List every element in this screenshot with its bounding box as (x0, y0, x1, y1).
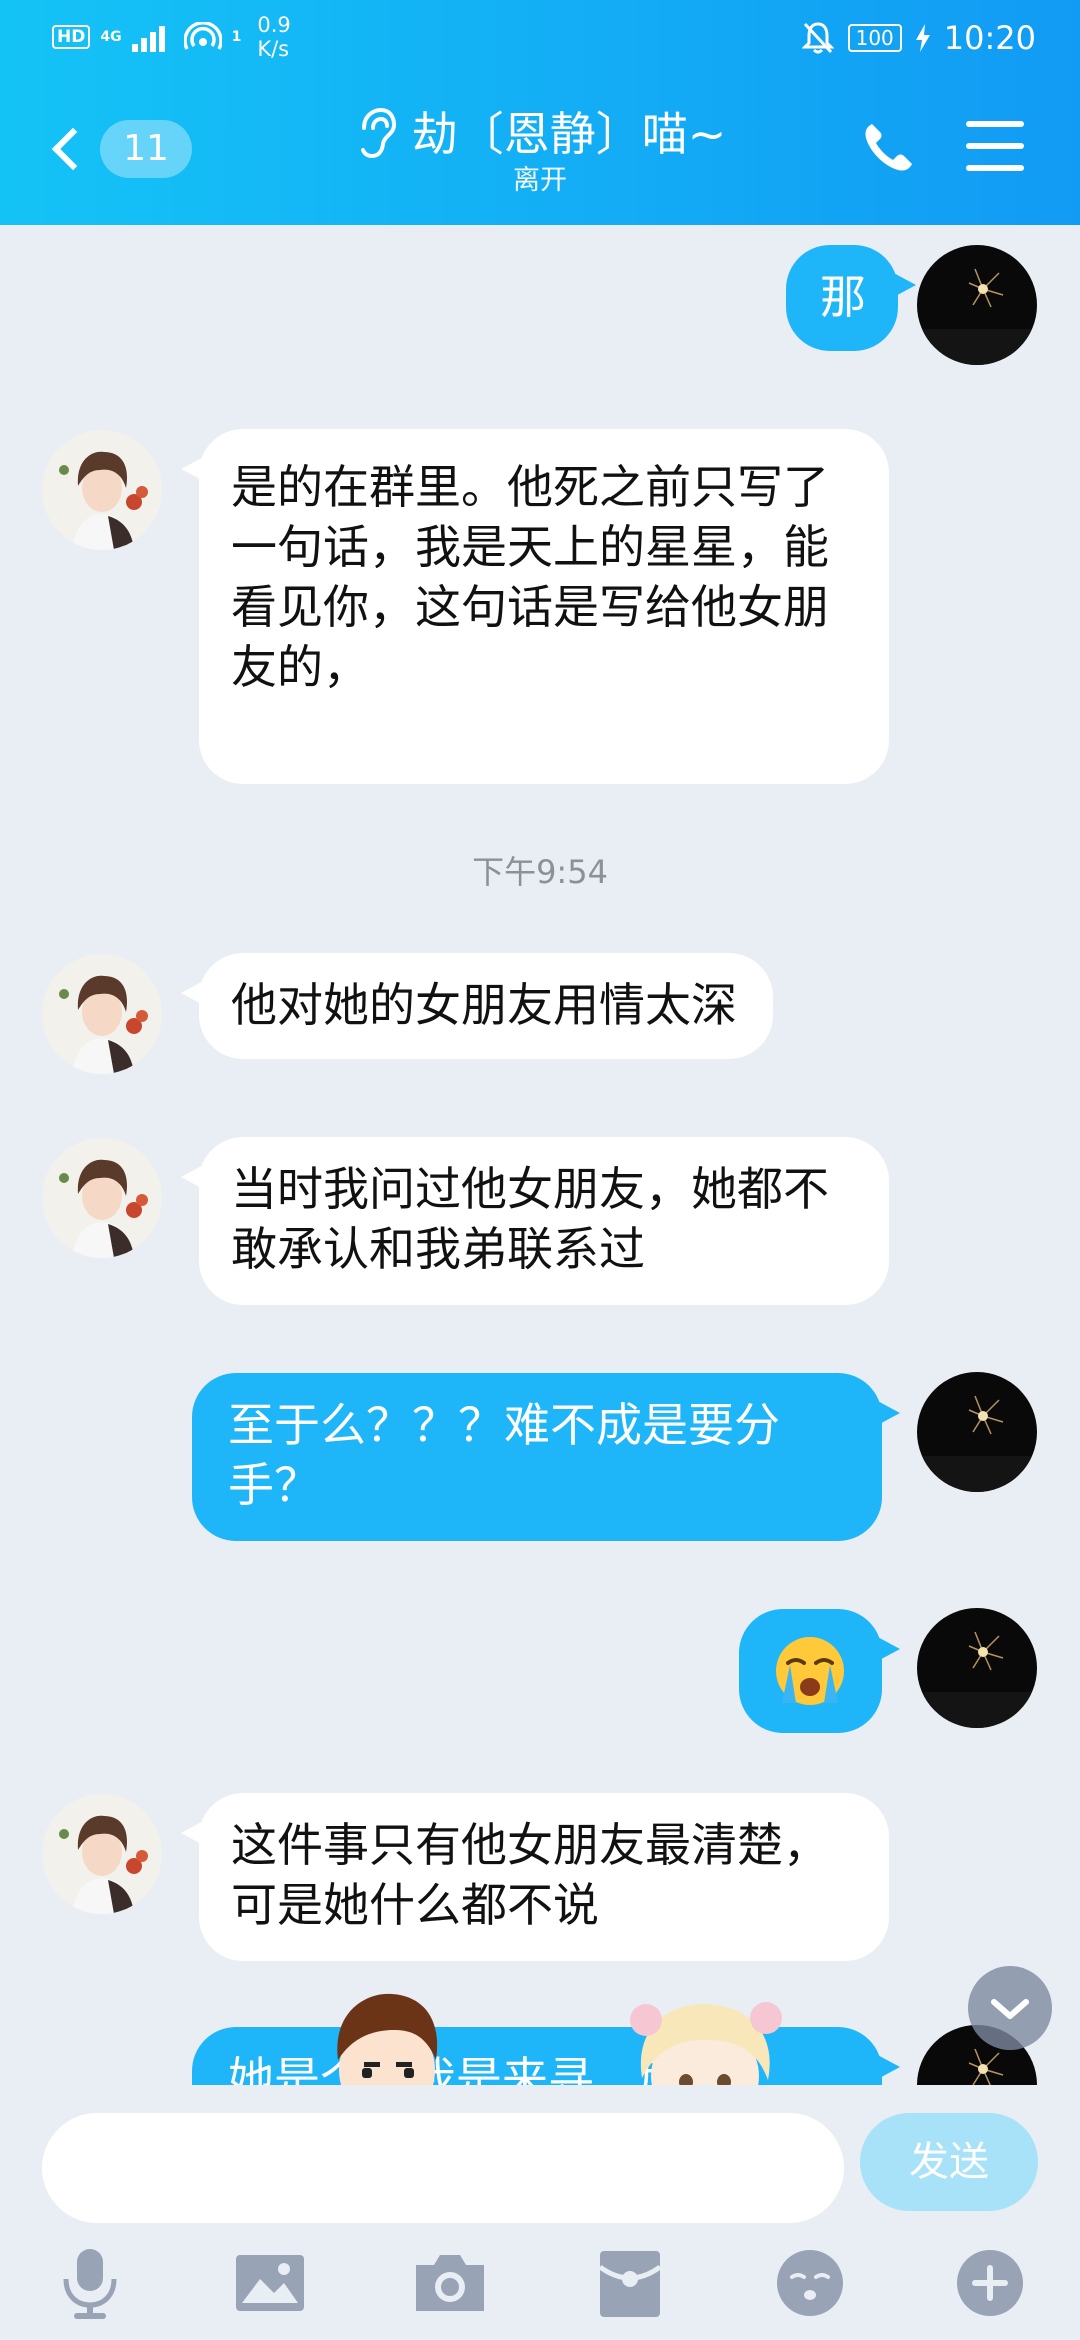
message-bubble-outgoing[interactable]: 那 (786, 245, 916, 351)
contact-avatar[interactable] (42, 1794, 162, 1914)
hotspot-icon (183, 22, 222, 50)
contact-avatar[interactable] (42, 1138, 162, 1258)
mute-bell-icon (801, 22, 834, 54)
message-text: 是的在群里。他死之前只写了一句话，我是天上的星星，能看见你，这句话是写给他女朋友… (231, 460, 829, 694)
signal-icon (131, 26, 165, 52)
plus-icon (957, 2250, 1023, 2316)
menu-icon[interactable] (966, 121, 1024, 171)
emoticon-button[interactable] (772, 2245, 848, 2321)
contact-status: 离开 (513, 165, 567, 196)
anime-boy-avatar-icon (42, 430, 162, 550)
battery-level: 100 (847, 24, 902, 52)
fireworks-avatar-icon (917, 1372, 1037, 1492)
contact-avatar[interactable] (42, 430, 162, 550)
menu-line (966, 121, 1024, 127)
image-icon (236, 2255, 304, 2311)
phone-icon[interactable] (858, 118, 918, 178)
contact-title[interactable]: 劫〔恩静〕喵~ 离开 (240, 104, 840, 198)
camera-icon (416, 2255, 484, 2311)
send-button[interactable]: 发送 (860, 2113, 1038, 2211)
fireworks-avatar-icon (917, 245, 1037, 365)
network-speed: 0.9 K/s (257, 13, 290, 61)
message-input[interactable] (42, 2113, 844, 2223)
status-bar: HD 4G 1 0.9 K/s 100 10:20 (0, 0, 1080, 75)
message-text: 至于么？？？难不成是要分手？ (228, 1398, 780, 1512)
self-avatar[interactable] (917, 1608, 1037, 1728)
message-bubble-incoming[interactable]: 当时我问过他女朋友，她都不敢承认和我弟联系过 (181, 1137, 889, 1305)
network-type: 4G (100, 29, 122, 45)
fireworks-avatar-icon (917, 1608, 1037, 1728)
chat-header: HD 4G 1 0.9 K/s 100 10:20 11 劫〔恩静〕喵~ 离开 (0, 0, 1080, 225)
charging-icon (915, 24, 930, 52)
message-text: 当时我问过他女朋友，她都不敢承认和我弟联系过 (231, 1162, 829, 1276)
more-button[interactable] (952, 2245, 1028, 2321)
ear-icon (360, 107, 396, 159)
message-text: 这件事只有他女朋友最清楚，可是她什么都不说 (231, 1818, 829, 1932)
unread-count-badge: 11 (100, 120, 192, 178)
contact-avatar[interactable] (42, 954, 162, 1074)
clock: 10:20 (943, 19, 1036, 57)
message-list[interactable]: 那 是的在群里。他死之前只写了一句话，我是天上的星星，能看见你，这句话是写给他女… (0, 225, 1080, 2085)
speed-unit: K/s (257, 37, 290, 61)
message-bubble-outgoing[interactable] (739, 1609, 900, 1733)
message-text: 他对她的女朋友用情太深 (231, 978, 737, 1032)
microphone-icon (63, 2249, 117, 2319)
message-text: 她是个...我是来寻...后 (228, 2052, 684, 2085)
menu-line (966, 165, 1024, 171)
message-bubble-incoming[interactable]: 是的在群里。他死之前只写了一句话，我是天上的星星，能看见你，这句话是写给他女朋友… (181, 429, 889, 784)
red-packet-icon (598, 2251, 662, 2317)
anime-boy-avatar-icon (42, 954, 162, 1074)
message-bubble-incoming[interactable]: 他对她的女朋友用情太深 (181, 953, 773, 1059)
self-avatar[interactable] (917, 1372, 1037, 1492)
camera-button[interactable] (412, 2245, 488, 2321)
message-bubble-outgoing[interactable]: 至于么？？？难不成是要分手？ (192, 1373, 900, 1541)
input-bar: 发送 (0, 2085, 1080, 2340)
message-text: 那 (820, 270, 866, 324)
anime-boy-avatar-icon (42, 1138, 162, 1258)
back-button[interactable]: 11 (44, 112, 194, 186)
title-row: 劫〔恩静〕喵~ (240, 104, 840, 164)
scroll-to-bottom-button[interactable] (968, 1966, 1052, 2050)
back-chevron-icon (51, 127, 95, 171)
message-bubble-incoming[interactable]: 这件事只有他女朋友最清楚，可是她什么都不说 (181, 1793, 889, 1961)
message-timestamp: 下午9:54 (472, 853, 608, 891)
speed-value: 0.9 (257, 13, 291, 37)
emoticon-icon (777, 2250, 843, 2316)
red-packet-button[interactable] (592, 2245, 668, 2321)
voice-button[interactable] (52, 2245, 128, 2321)
anime-boy-avatar-icon (42, 1794, 162, 1914)
chevron-down-icon (991, 1999, 1029, 2019)
contact-name: 劫〔恩静〕喵~ (411, 107, 727, 161)
self-avatar[interactable] (917, 245, 1037, 365)
crying-face-emoji-icon (776, 1637, 844, 1705)
status-left: HD 4G 1 0.9 K/s (52, 12, 291, 62)
image-button[interactable] (232, 2245, 308, 2321)
hotspot-count: 1 (231, 29, 242, 45)
input-toolbar (0, 2245, 1080, 2335)
menu-line (966, 143, 1024, 149)
status-right: 100 10:20 (801, 14, 1036, 62)
hd-indicator: HD (52, 25, 91, 49)
